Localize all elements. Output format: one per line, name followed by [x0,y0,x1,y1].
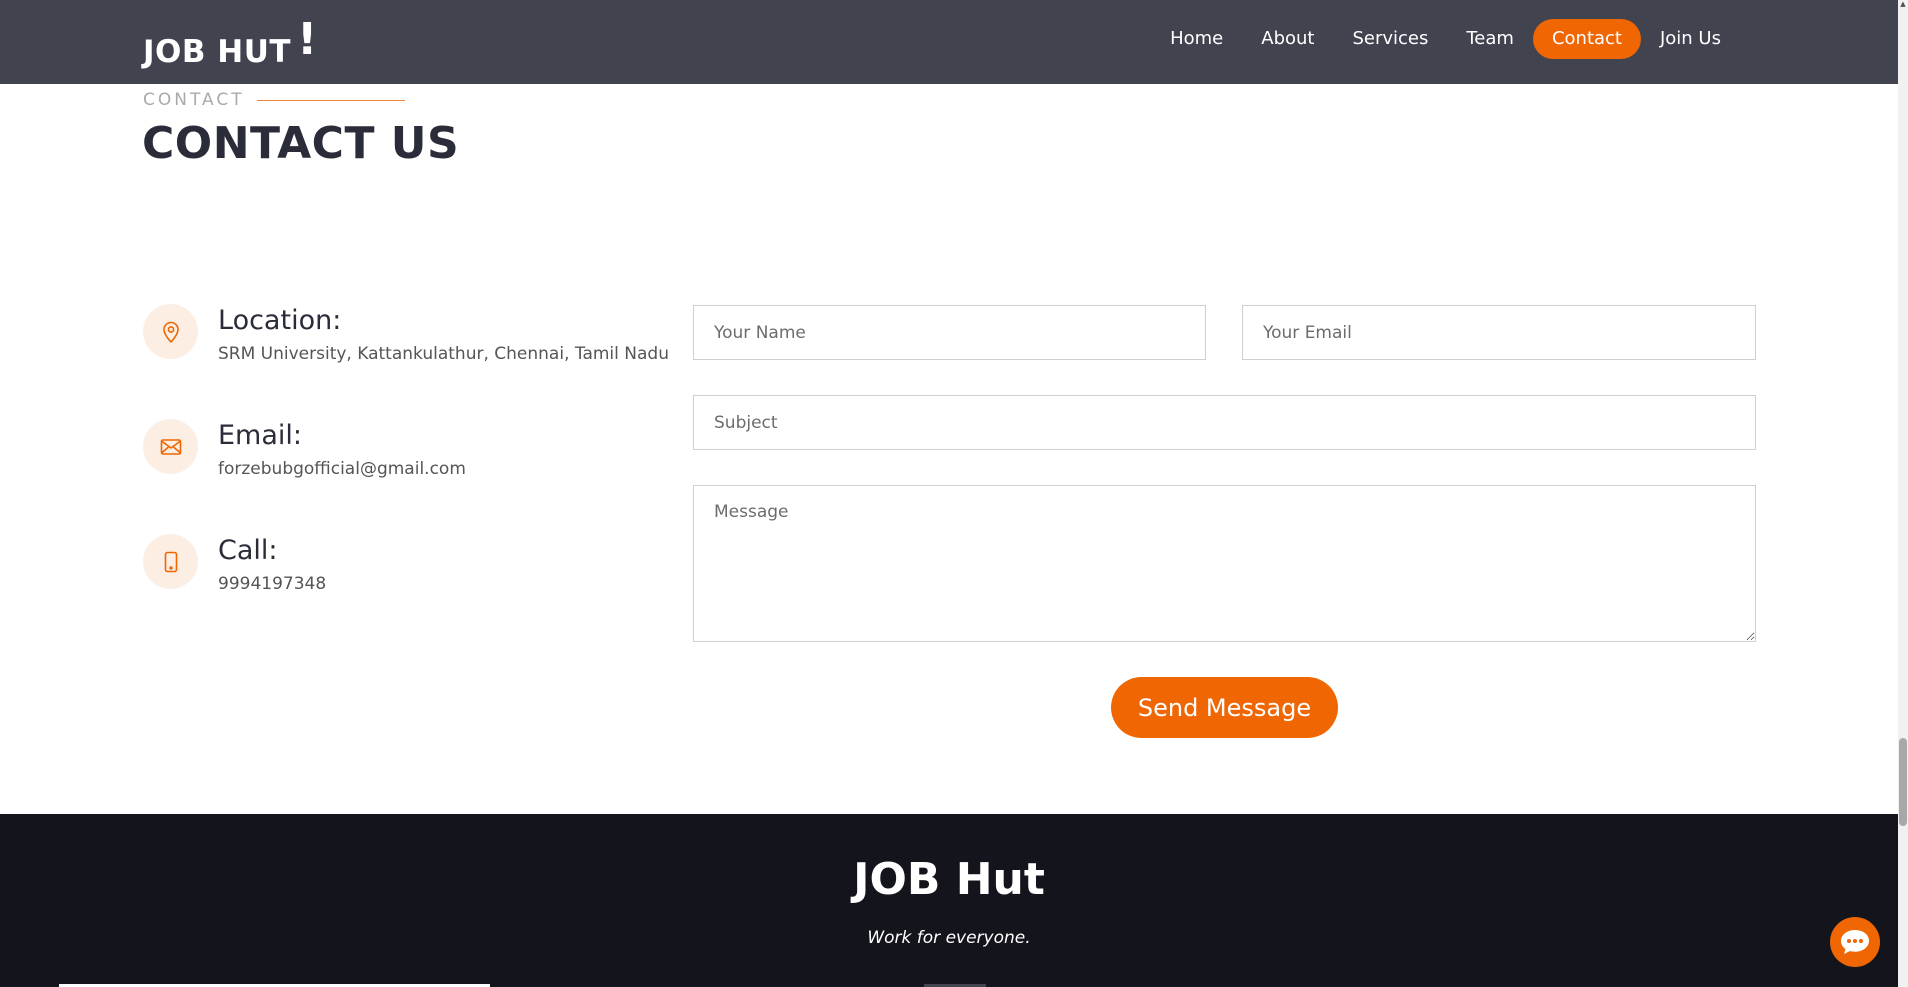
info-email-title: Email: [218,420,303,451]
subject-input[interactable] [693,395,1756,450]
chat-bubble-icon [1841,930,1869,954]
message-textarea[interactable] [693,485,1756,642]
map-pin-icon [143,304,198,359]
info-call-value[interactable]: 9994197348 [218,574,326,594]
section-subtitle-line [256,99,405,101]
nav-contact[interactable]: Contact [1532,19,1641,59]
site-header: JOB HUT! Home About Services Team Contac… [0,0,1898,84]
page-scrollbar[interactable]: ▲ [1898,0,1908,987]
info-location-title: Location: [218,305,342,336]
nav-home[interactable]: Home [1151,19,1242,59]
nav-team[interactable]: Team [1447,19,1533,59]
info-location-value: SRM University, Kattankulathur, Chennai,… [218,344,669,364]
site-footer: JOB Hut Work for everyone. [0,814,1898,987]
nav-join-us[interactable]: Join Us [1641,19,1740,59]
envelope-icon [143,419,198,474]
nav-services[interactable]: Services [1333,19,1447,59]
logo-mark: ! [297,14,318,65]
scrollbar-thumb[interactable] [1899,738,1907,826]
nav-about[interactable]: About [1242,19,1333,59]
name-input[interactable] [693,305,1206,360]
info-call-title: Call: [218,535,278,566]
email-input[interactable] [1242,305,1756,360]
section-title: CONTACT US [142,118,460,169]
footer-title: JOB Hut [853,854,1045,905]
section-subtitle: CONTACT [143,90,405,110]
scroll-up-icon[interactable]: ▲ [1899,0,1907,8]
section-subtitle-text: CONTACT [143,90,245,110]
chat-button[interactable] [1830,917,1880,967]
logo-text: JOB HUT [143,34,292,70]
info-email-value[interactable]: forzebubgofficial@gmail.com [218,459,466,479]
footer-tagline: Work for everyone. [867,928,1031,948]
phone-icon [143,534,198,589]
send-message-button[interactable]: Send Message [1111,677,1338,738]
main-nav: Home About Services Team Contact Join Us [1151,19,1740,59]
site-logo[interactable]: JOB HUT! [143,14,318,73]
